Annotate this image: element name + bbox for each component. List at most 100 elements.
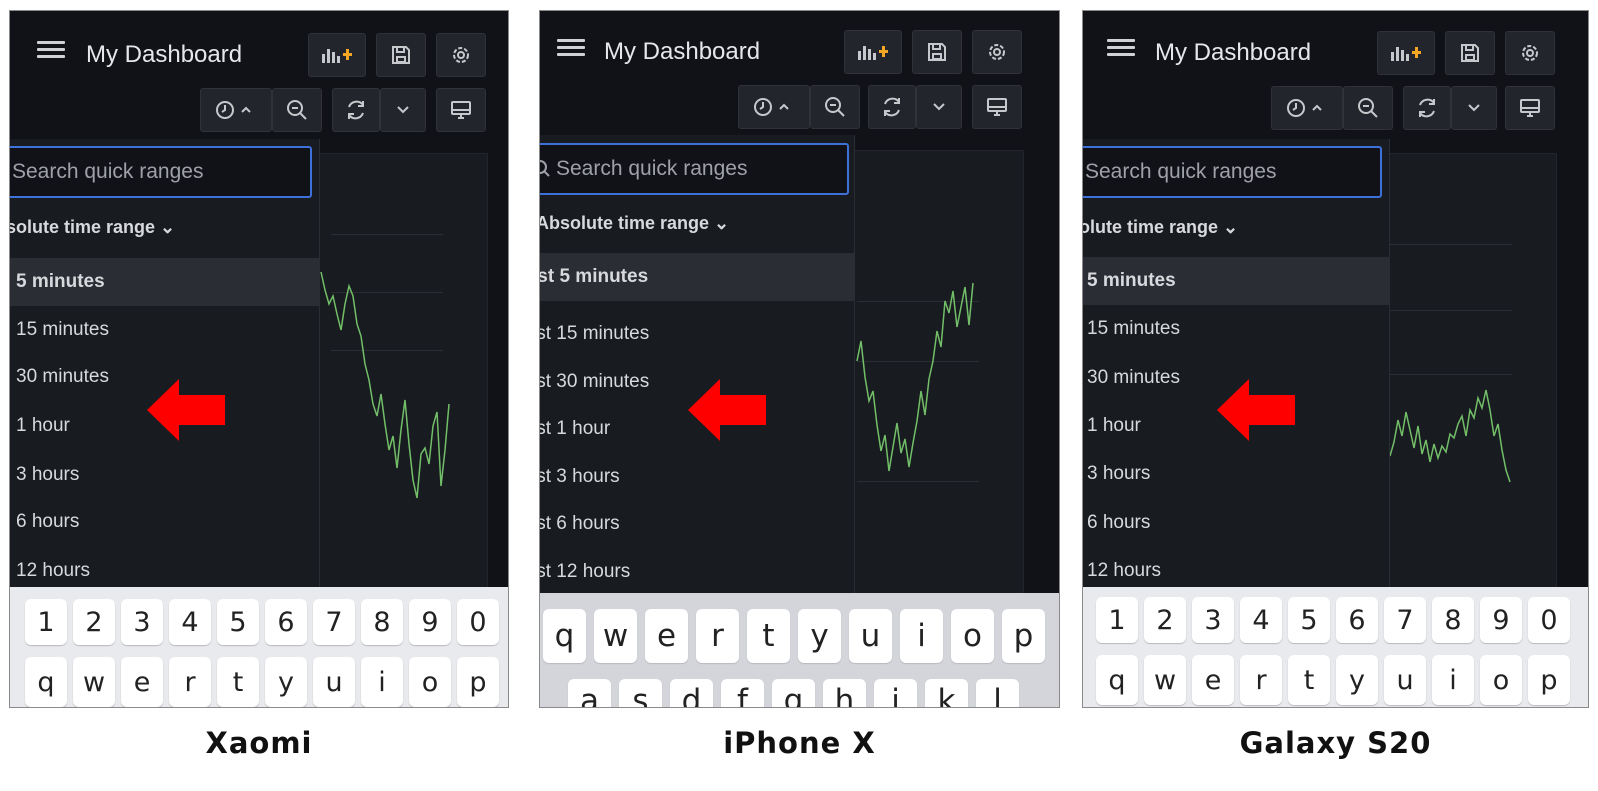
absolute-time-range-toggle[interactable]: solute time range ⌄ — [10, 217, 175, 238]
range-item[interactable]: 6 hours — [10, 499, 319, 545]
keyboard-key[interactable]: f — [721, 679, 764, 707]
time-picker-button[interactable] — [1271, 86, 1343, 130]
keyboard-key[interactable]: r — [696, 609, 739, 663]
keyboard-key[interactable]: r — [169, 657, 211, 707]
keyboard-key[interactable]: 8 — [1432, 597, 1474, 643]
settings-button[interactable] — [1505, 31, 1555, 75]
range-item[interactable]: ist 6 hours — [540, 501, 854, 547]
range-item[interactable]: 15 minutes — [10, 307, 319, 353]
settings-button[interactable] — [436, 33, 486, 77]
graph-panel[interactable] — [846, 150, 1024, 597]
keyboard-key[interactable]: 4 — [1240, 597, 1282, 643]
tv-mode-button[interactable] — [436, 88, 486, 132]
range-item[interactable]: 5 minutes — [1083, 257, 1389, 305]
keyboard-key[interactable]: g — [772, 679, 815, 707]
keyboard-key[interactable]: t — [1288, 655, 1330, 705]
keyboard-key[interactable]: r — [1240, 655, 1282, 705]
search-quick-ranges-input[interactable]: Search quick ranges — [540, 143, 849, 195]
keyboard-key[interactable]: 5 — [217, 599, 259, 645]
absolute-time-range-toggle[interactable]: olute time range ⌄ — [1083, 217, 1238, 238]
keyboard-key[interactable]: h — [823, 679, 866, 707]
keyboard-key[interactable]: e — [1192, 655, 1234, 705]
hamburger-icon[interactable] — [1107, 39, 1135, 57]
add-panel-button[interactable] — [1377, 31, 1435, 75]
save-button[interactable] — [1445, 31, 1495, 75]
keyboard-key[interactable]: o — [951, 609, 994, 663]
keyboard-key[interactable]: 7 — [313, 599, 355, 645]
save-button[interactable] — [376, 33, 426, 77]
tv-mode-button[interactable] — [1505, 86, 1555, 130]
refresh-button[interactable] — [332, 88, 380, 132]
keyboard-key[interactable]: 9 — [409, 599, 451, 645]
settings-button[interactable] — [972, 30, 1022, 74]
keyboard-key[interactable]: 0 — [457, 599, 499, 645]
refresh-button[interactable] — [868, 85, 916, 129]
add-panel-button[interactable] — [308, 33, 366, 77]
keyboard-key[interactable]: l — [976, 679, 1019, 707]
zoom-out-button[interactable] — [810, 85, 860, 129]
hamburger-icon[interactable] — [557, 39, 585, 57]
keyboard-key[interactable]: a — [568, 679, 611, 707]
keyboard-key[interactable]: w — [73, 657, 115, 707]
keyboard-key[interactable]: 0 — [1528, 597, 1570, 643]
range-item[interactable]: 3 hours — [10, 452, 319, 498]
keyboard-key[interactable]: 6 — [265, 599, 307, 645]
absolute-time-range-toggle[interactable]: Absolute time range ⌄ — [540, 213, 729, 234]
refresh-interval-button[interactable] — [1451, 86, 1497, 130]
keyboard-key[interactable]: w — [1144, 655, 1186, 705]
keyboard-key[interactable]: p — [457, 657, 499, 707]
time-picker-button[interactable] — [738, 85, 810, 129]
keyboard-key[interactable]: w — [594, 609, 637, 663]
keyboard-key[interactable]: i — [361, 657, 403, 707]
keyboard-key[interactable]: o — [1480, 655, 1522, 705]
keyboard-key[interactable]: e — [645, 609, 688, 663]
keyboard-key[interactable]: 1 — [25, 599, 67, 645]
range-item[interactable]: ist 12 hours — [540, 549, 854, 595]
range-item[interactable]: ist 3 hours — [540, 454, 854, 500]
keyboard-key[interactable]: o — [409, 657, 451, 707]
range-item[interactable]: 5 minutes — [10, 258, 319, 306]
search-quick-ranges-input[interactable]: Search quick ranges — [10, 146, 312, 198]
tv-mode-button[interactable] — [972, 85, 1022, 129]
keyboard-key[interactable]: q — [1096, 655, 1138, 705]
keyboard-key[interactable]: 6 — [1336, 597, 1378, 643]
zoom-out-button[interactable] — [1343, 86, 1393, 130]
keyboard-key[interactable]: j — [874, 679, 917, 707]
keyboard-key[interactable]: t — [747, 609, 790, 663]
search-quick-ranges-input[interactable]: Search quick ranges — [1083, 146, 1382, 198]
keyboard-key[interactable]: 7 — [1384, 597, 1426, 643]
keyboard-key[interactable]: 2 — [1144, 597, 1186, 643]
keyboard-key[interactable]: t — [217, 657, 259, 707]
range-item[interactable]: 3 hours — [1083, 451, 1389, 497]
keyboard-key[interactable]: y — [265, 657, 307, 707]
keyboard-key[interactable]: s — [619, 679, 662, 707]
keyboard-key[interactable]: 5 — [1288, 597, 1330, 643]
keyboard-key[interactable]: d — [670, 679, 713, 707]
add-panel-button[interactable] — [844, 30, 902, 74]
refresh-interval-button[interactable] — [380, 88, 426, 132]
keyboard-key[interactable]: 9 — [1480, 597, 1522, 643]
keyboard-key[interactable]: p — [1528, 655, 1570, 705]
keyboard-key[interactable]: 4 — [169, 599, 211, 645]
refresh-interval-button[interactable] — [916, 85, 962, 129]
keyboard-key[interactable]: y — [1336, 655, 1378, 705]
keyboard-key[interactable]: i — [900, 609, 943, 663]
range-item[interactable]: 15 minutes — [1083, 306, 1389, 352]
range-item[interactable]: ist 15 minutes — [540, 311, 854, 357]
range-item[interactable]: 6 hours — [1083, 500, 1389, 546]
keyboard-key[interactable]: 3 — [1192, 597, 1234, 643]
keyboard-key[interactable]: e — [121, 657, 163, 707]
keyboard-key[interactable]: 1 — [1096, 597, 1138, 643]
keyboard-key[interactable]: k — [925, 679, 968, 707]
keyboard-key[interactable]: i — [1432, 655, 1474, 705]
time-picker-button[interactable] — [200, 88, 272, 132]
keyboard-key[interactable]: 2 — [73, 599, 115, 645]
graph-panel[interactable] — [1379, 153, 1557, 595]
range-item[interactable]: ist 5 minutes — [540, 253, 854, 301]
keyboard-key[interactable]: y — [798, 609, 841, 663]
keyboard-key[interactable]: q — [25, 657, 67, 707]
keyboard-key[interactable]: u — [849, 609, 892, 663]
keyboard-key[interactable]: 8 — [361, 599, 403, 645]
keyboard-key[interactable]: u — [313, 657, 355, 707]
keyboard-key[interactable]: q — [543, 609, 586, 663]
